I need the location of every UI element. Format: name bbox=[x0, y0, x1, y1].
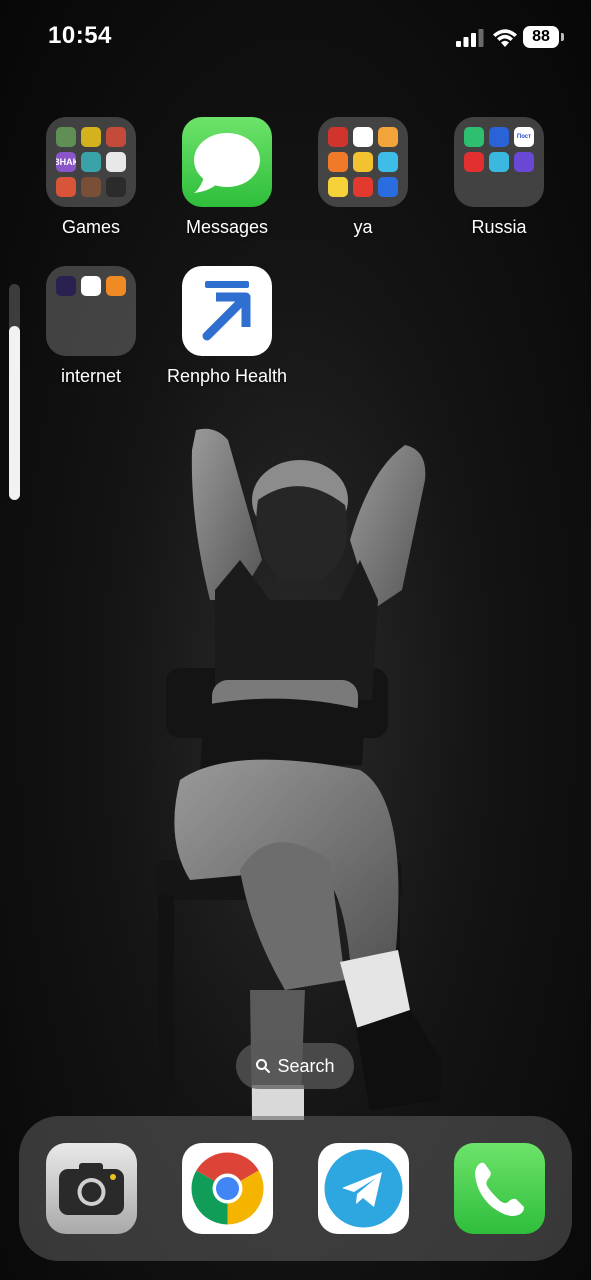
ya-app-2-icon bbox=[353, 127, 373, 147]
dock-camera-app[interactable] bbox=[46, 1143, 137, 1234]
status-bar: 10:54 88 bbox=[0, 0, 591, 76]
app-messages-label: Messages bbox=[185, 217, 269, 237]
folder-ya-icon[interactable] bbox=[318, 117, 408, 207]
russia-app-6-icon bbox=[514, 152, 534, 172]
camera-icon bbox=[59, 1163, 124, 1215]
dock-telegram-app[interactable] bbox=[318, 1143, 409, 1234]
cellular-signal-icon bbox=[456, 29, 484, 47]
phone-handset-icon bbox=[475, 1162, 524, 1216]
page-scroll-thumb[interactable] bbox=[9, 326, 20, 500]
folder-ya[interactable]: ya bbox=[295, 117, 431, 238]
battery-cap bbox=[561, 33, 564, 41]
vpn-mini-icon bbox=[106, 276, 126, 296]
russia-app-2-icon bbox=[489, 127, 509, 147]
wifi-icon bbox=[493, 29, 517, 47]
app-messages[interactable]: Messages bbox=[159, 117, 295, 238]
ya-app-3-icon bbox=[378, 127, 398, 147]
ya-app-4-icon bbox=[328, 152, 348, 172]
adblock-mini-icon bbox=[81, 276, 101, 296]
messages-icon[interactable] bbox=[182, 117, 272, 207]
folder-internet-icon[interactable] bbox=[46, 266, 136, 356]
renpho-arrow-icon bbox=[202, 281, 251, 341]
folder-russia-label: Russia bbox=[471, 217, 527, 237]
ya-app-1-icon bbox=[328, 127, 348, 147]
battery-indicator: 88 bbox=[523, 26, 559, 48]
firefox-mini-icon bbox=[56, 276, 76, 296]
dock bbox=[19, 1116, 572, 1261]
russia-app-4-icon bbox=[464, 152, 484, 172]
game-app-5-icon bbox=[81, 152, 101, 172]
app-renpho-health-label: Renpho Health bbox=[166, 366, 288, 386]
messages-bubble-icon bbox=[194, 133, 260, 193]
chrome-logo-icon bbox=[191, 1152, 264, 1225]
magnifier-icon bbox=[256, 1059, 271, 1073]
page-scroll-indicator[interactable] bbox=[9, 284, 20, 500]
ya-app-7-icon bbox=[328, 177, 348, 197]
renpho-health-icon[interactable] bbox=[182, 266, 272, 356]
folder-russia-icon[interactable]: Пост bbox=[454, 117, 544, 207]
game-app-3-icon bbox=[106, 127, 126, 147]
folder-russia[interactable]: Пост Russia bbox=[431, 117, 567, 238]
ya-app-9-icon bbox=[378, 177, 398, 197]
russia-app-3-icon: Пост bbox=[514, 127, 534, 147]
game-app-6-icon bbox=[106, 152, 126, 172]
dock-phone-app[interactable] bbox=[454, 1143, 545, 1234]
game-app-9-icon bbox=[106, 177, 126, 197]
game-app-4-icon: ЗНАК bbox=[56, 152, 76, 172]
search-label: Search bbox=[277, 1055, 335, 1076]
telegram-plane-icon bbox=[324, 1149, 403, 1228]
game-app-7-icon bbox=[56, 177, 76, 197]
folder-games-label: Games bbox=[61, 217, 121, 237]
clock-time: 10:54 bbox=[48, 22, 112, 49]
dock-chrome-app[interactable] bbox=[182, 1143, 273, 1234]
ya-app-5-icon bbox=[353, 152, 373, 172]
ya-app-8-icon bbox=[353, 177, 373, 197]
game-app-1-icon bbox=[56, 127, 76, 147]
folder-games[interactable]: ЗНАК Games bbox=[23, 117, 159, 238]
spotlight-search-button[interactable]: Search bbox=[236, 1043, 354, 1089]
russia-app-1-icon bbox=[464, 127, 484, 147]
russia-app-5-icon bbox=[489, 152, 509, 172]
ya-app-6-icon bbox=[378, 152, 398, 172]
folder-internet[interactable]: internet bbox=[23, 266, 159, 387]
folder-ya-label: ya bbox=[353, 217, 373, 237]
folder-games-icon[interactable]: ЗНАК bbox=[46, 117, 136, 207]
game-app-8-icon bbox=[81, 177, 101, 197]
folder-internet-label: internet bbox=[60, 366, 122, 386]
game-app-2-icon bbox=[81, 127, 101, 147]
app-renpho-health[interactable]: Renpho Health bbox=[159, 266, 295, 387]
